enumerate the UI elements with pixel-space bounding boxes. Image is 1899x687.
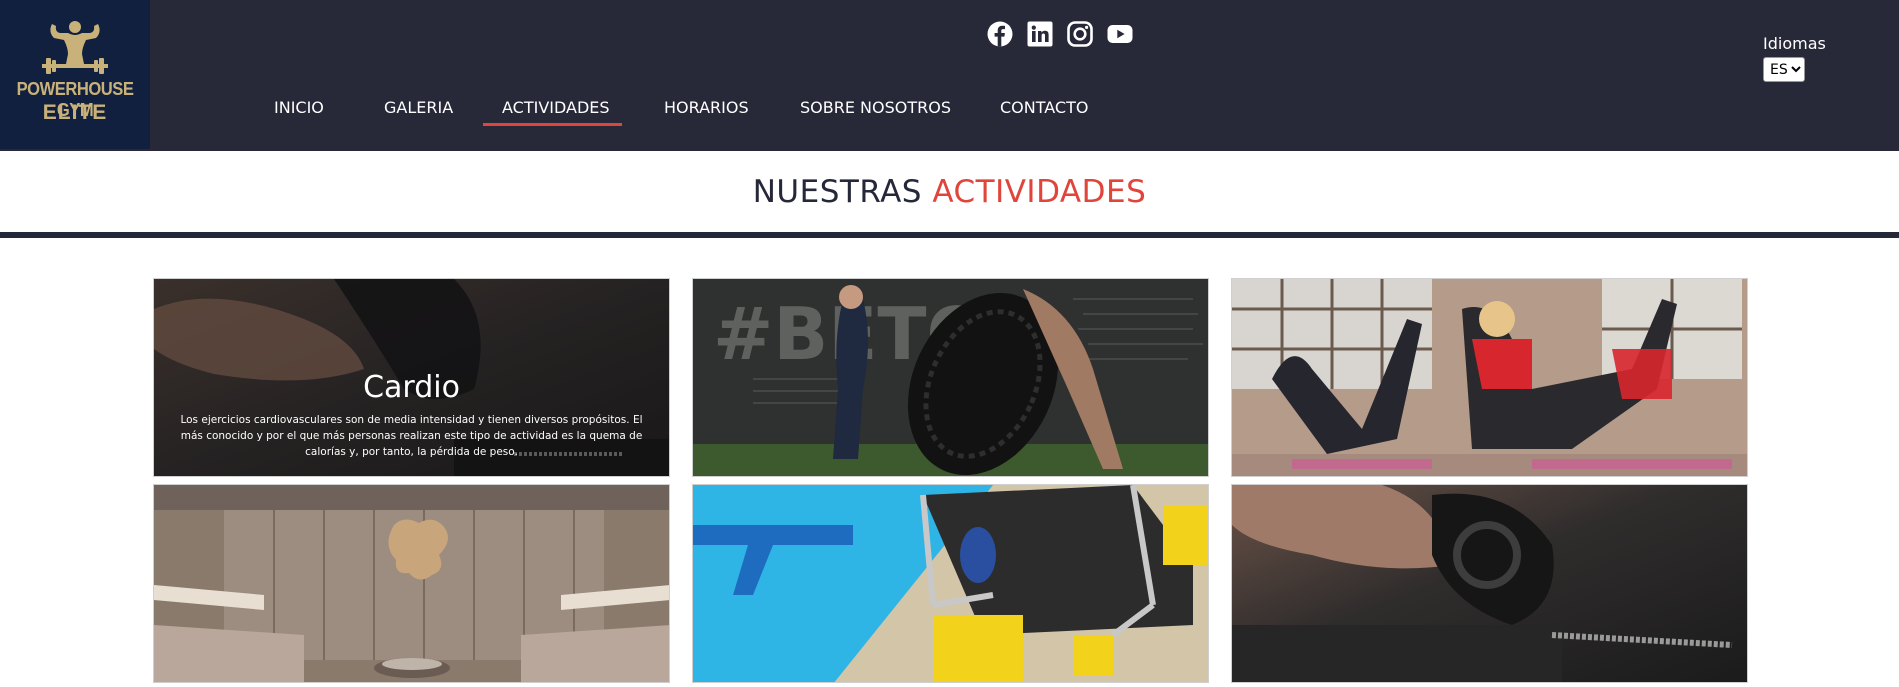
language-picker: Idiomas ES bbox=[1763, 34, 1826, 82]
logo-text-bottom: ELITE bbox=[42, 101, 108, 124]
language-select[interactable]: ES bbox=[1763, 57, 1805, 82]
sauna-image bbox=[154, 485, 669, 682]
activity-description: Los ejercicios cardiovasculares son de m… bbox=[180, 414, 643, 458]
page-title: NUESTRAS ACTIVIDADES bbox=[0, 174, 1899, 210]
nav-sobre-nosotros[interactable]: SOBRE NOSOTROS bbox=[800, 98, 951, 117]
language-label: Idiomas bbox=[1763, 34, 1826, 53]
gym-logo[interactable]: POWERHOUSE GYM ELITE bbox=[0, 0, 150, 149]
page-title-part2: ACTIVIDADES bbox=[932, 174, 1147, 210]
nav-horarios[interactable]: HORARIOS bbox=[664, 98, 749, 117]
bodybuilder-icon bbox=[42, 21, 108, 74]
site-header: POWERHOUSE GYM ELITE INICIO GALERIA ACTI… bbox=[0, 0, 1899, 151]
facebook-icon[interactable] bbox=[987, 21, 1013, 47]
nav-galeria[interactable]: GALERIA bbox=[384, 98, 453, 117]
nav-contacto[interactable]: CONTACTO bbox=[1000, 98, 1088, 117]
crossfit-image: #BETON bbox=[693, 279, 1208, 476]
linkedin-icon[interactable] bbox=[1027, 21, 1053, 47]
instagram-icon[interactable] bbox=[1067, 21, 1093, 47]
title-divider bbox=[0, 232, 1899, 238]
weights-image bbox=[1232, 485, 1747, 682]
fitness-image bbox=[1232, 279, 1747, 476]
activity-card-sauna[interactable] bbox=[153, 484, 670, 683]
activity-card-cardio[interactable]: Cardio Los ejercicios cardiovasculares s… bbox=[153, 278, 670, 477]
nav-inicio[interactable]: INICIO bbox=[274, 98, 324, 117]
page-title-part1: NUESTRAS bbox=[752, 174, 922, 210]
activity-card-musculacion[interactable] bbox=[1231, 484, 1748, 683]
activity-title: Cardio bbox=[363, 370, 460, 405]
social-links bbox=[987, 21, 1133, 47]
activity-card-fitness[interactable] bbox=[1231, 278, 1748, 477]
nav-actividades[interactable]: ACTIVIDADES bbox=[483, 98, 622, 126]
pool-image bbox=[693, 485, 1208, 682]
activity-card-crossfit[interactable]: #BETON bbox=[692, 278, 1209, 477]
youtube-icon[interactable] bbox=[1107, 21, 1133, 47]
activity-card-piscina[interactable] bbox=[692, 484, 1209, 683]
